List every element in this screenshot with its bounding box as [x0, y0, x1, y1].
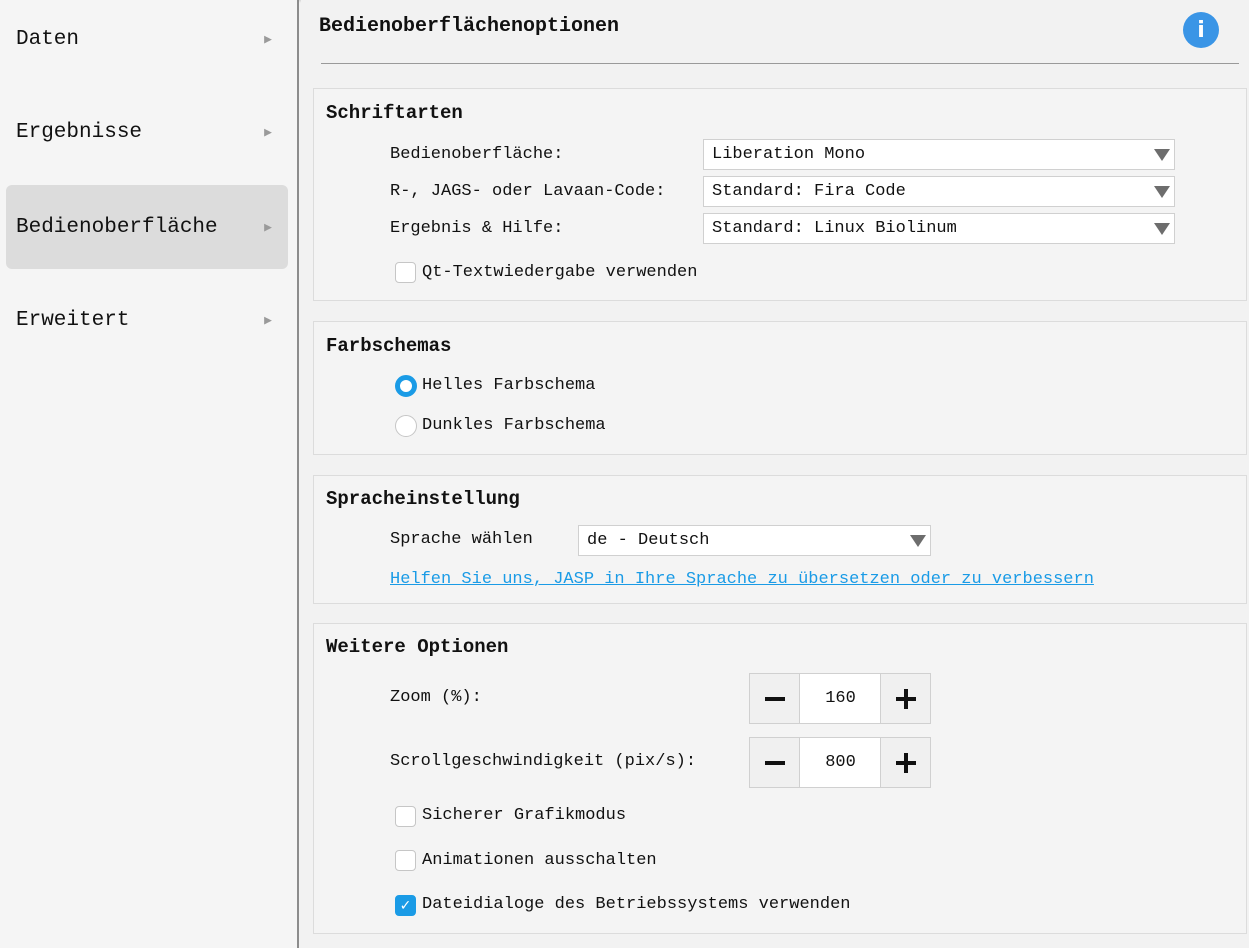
- page-title: Bedienoberflächenoptionen: [319, 15, 620, 38]
- main-panel: Bedienoberflächenoptionen i Schriftarten…: [301, 0, 1249, 948]
- chevron-down-icon: [910, 535, 926, 547]
- disable-animations-checkbox[interactable]: [395, 850, 416, 871]
- results-font-value: Standard: Linux Biolinum: [712, 219, 957, 238]
- language-group-title: Spracheinstellung: [326, 488, 520, 510]
- more-options-group-title: Weitere Optionen: [326, 636, 509, 658]
- dark-theme-radio[interactable]: [395, 415, 417, 437]
- dark-theme-label: Dunkles Farbschema: [422, 416, 606, 435]
- ui-font-value: Liberation Mono: [712, 145, 866, 164]
- code-font-label: R-, JAGS- oder Lavaan-Code:: [390, 182, 666, 201]
- scroll-speed-value[interactable]: 800: [800, 737, 881, 788]
- chevron-down-icon: [1154, 186, 1170, 198]
- sidebar-item-ergebnisse[interactable]: Ergebnisse ▶: [6, 90, 288, 174]
- qt-text-rendering-label: Qt-Textwiedergabe verwenden: [422, 263, 698, 282]
- disable-animations-label: Animationen ausschalten: [422, 851, 657, 870]
- themes-group: Farbschemas Helles Farbschema Dunkles Fa…: [313, 321, 1247, 455]
- results-font-label: Ergebnis & Hilfe:: [390, 219, 564, 238]
- sidebar-item-daten[interactable]: Daten ▶: [6, 0, 288, 81]
- language-label: Sprache wählen: [390, 530, 533, 549]
- results-font-select[interactable]: Standard: Linux Biolinum: [703, 213, 1175, 244]
- light-theme-label: Helles Farbschema: [422, 376, 596, 395]
- qt-text-rendering-checkbox[interactable]: [395, 262, 416, 283]
- scroll-speed-decrease-button[interactable]: [749, 737, 800, 788]
- light-theme-radio[interactable]: [395, 375, 417, 397]
- language-group: Spracheinstellung Sprache wählen de - De…: [313, 475, 1247, 604]
- sidebar-item-label: Daten: [16, 27, 80, 51]
- language-select[interactable]: de - Deutsch: [578, 525, 931, 556]
- fonts-group: Schriftarten Bedienoberfläche: Liberatio…: [313, 88, 1247, 301]
- sidebar: Daten ▶ Ergebnisse ▶ Bedienoberfläche ▶ …: [0, 0, 299, 948]
- chevron-right-icon: ▶: [264, 124, 272, 140]
- native-file-dialogs-label: Dateidialoge des Betriebssystems verwend…: [422, 895, 851, 914]
- ui-font-select[interactable]: Liberation Mono: [703, 139, 1175, 170]
- ui-font-label: Bedienoberfläche:: [390, 145, 564, 164]
- zoom-increase-button[interactable]: [880, 673, 931, 724]
- minus-icon: [764, 696, 785, 701]
- native-file-dialogs-checkbox[interactable]: ✓: [395, 895, 416, 916]
- scroll-speed-increase-button[interactable]: [880, 737, 931, 788]
- more-options-group: Weitere Optionen Zoom (%): 160 Scrollges…: [313, 623, 1247, 934]
- sidebar-item-label: Erweitert: [16, 308, 130, 332]
- chevron-right-icon: ▶: [264, 31, 272, 47]
- fonts-group-title: Schriftarten: [326, 102, 463, 124]
- title-divider: [321, 63, 1239, 64]
- code-font-select[interactable]: Standard: Fira Code: [703, 176, 1175, 207]
- code-font-value: Standard: Fira Code: [712, 182, 906, 201]
- sidebar-item-label: Ergebnisse: [16, 120, 143, 144]
- language-value: de - Deutsch: [587, 531, 710, 550]
- checkmark-icon: ✓: [399, 897, 412, 914]
- minus-icon: [764, 760, 785, 765]
- translation-help-link[interactable]: Helfen Sie uns, JASP in Ihre Sprache zu …: [390, 570, 1094, 589]
- sidebar-item-bedienoberflaeche[interactable]: Bedienoberfläche ▶: [6, 185, 288, 269]
- scroll-speed-label: Scrollgeschwindigkeit (pix/s):: [390, 752, 697, 771]
- safe-graphics-checkbox[interactable]: [395, 806, 416, 827]
- chevron-down-icon: [1154, 149, 1170, 161]
- chevron-right-icon: ▶: [264, 312, 272, 328]
- chevron-down-icon: [1154, 223, 1170, 235]
- info-icon[interactable]: i: [1183, 12, 1219, 48]
- themes-group-title: Farbschemas: [326, 335, 452, 357]
- zoom-value[interactable]: 160: [800, 673, 881, 724]
- sidebar-item-label: Bedienoberfläche: [16, 215, 218, 239]
- zoom-label: Zoom (%):: [390, 688, 482, 707]
- zoom-decrease-button[interactable]: [749, 673, 800, 724]
- sidebar-item-erweitert[interactable]: Erweitert ▶: [6, 278, 288, 362]
- safe-graphics-label: Sicherer Grafikmodus: [422, 806, 627, 825]
- chevron-right-icon: ▶: [264, 219, 272, 235]
